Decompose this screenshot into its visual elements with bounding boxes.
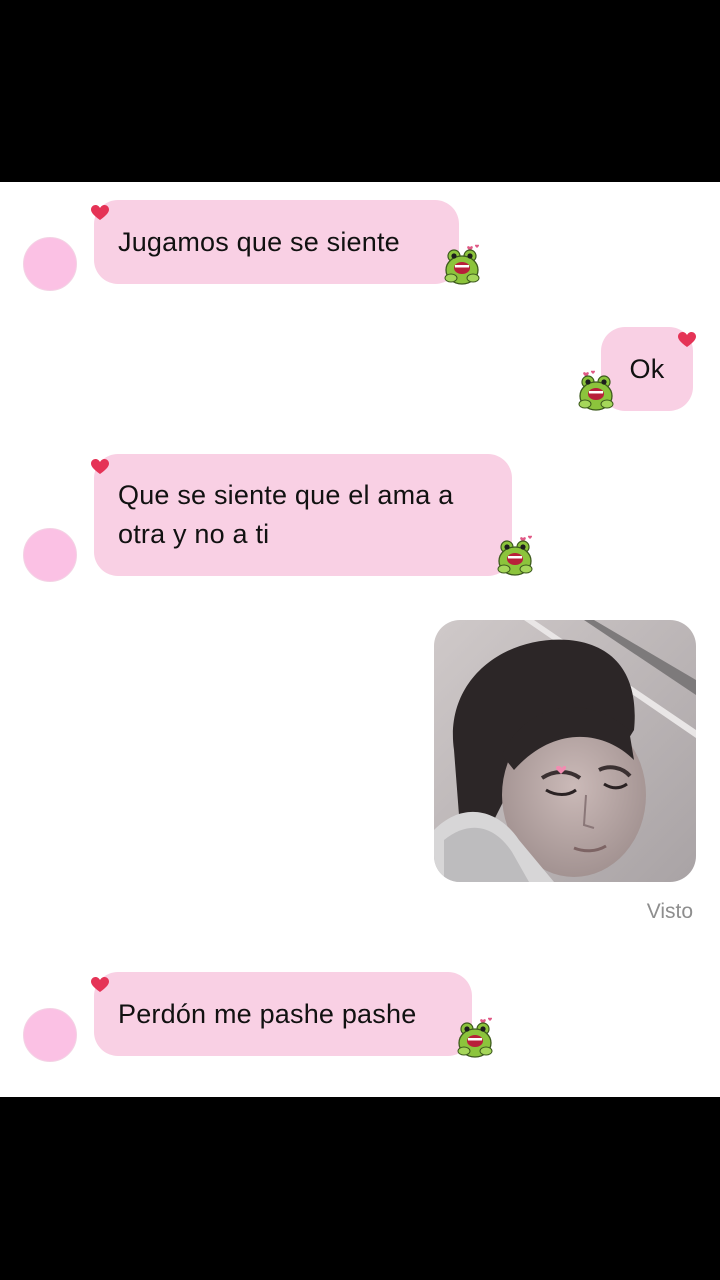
- top-black-bar: [0, 0, 720, 182]
- heart-icon: [91, 205, 109, 220]
- avatar[interactable]: [23, 237, 77, 291]
- photo-image: [434, 620, 696, 882]
- sent-photo[interactable]: [434, 620, 696, 882]
- frog-sticker-icon: [578, 370, 614, 411]
- avatar[interactable]: [23, 528, 77, 582]
- message-text-line: otra y no a ti: [118, 519, 270, 549]
- avatar[interactable]: [23, 1008, 77, 1062]
- message-text: Jugamos que se siente: [118, 226, 400, 257]
- heart-icon: [91, 977, 109, 992]
- bottom-black-bar: [0, 1097, 720, 1280]
- heart-icon: [91, 459, 109, 474]
- message-text-line: Que se siente que el ama a: [118, 480, 454, 510]
- message-bubble-received[interactable]: Que se siente que el ama a otra y no a t…: [94, 454, 512, 576]
- message-bubble-received[interactable]: Jugamos que se siente: [94, 200, 459, 284]
- frog-sticker-icon: [457, 1017, 493, 1058]
- message-text: Perdón me pashe pashe: [118, 998, 417, 1029]
- message-text: Ok: [629, 353, 665, 384]
- chat-thread[interactable]: Jugamos que se siente Ok Que se siente q…: [0, 182, 720, 1097]
- heart-icon: [678, 332, 696, 347]
- frog-sticker-icon: [444, 244, 480, 285]
- message-bubble-received[interactable]: Perdón me pashe pashe: [94, 972, 472, 1056]
- seen-status: Visto: [646, 900, 693, 923]
- frog-sticker-icon: [497, 535, 533, 576]
